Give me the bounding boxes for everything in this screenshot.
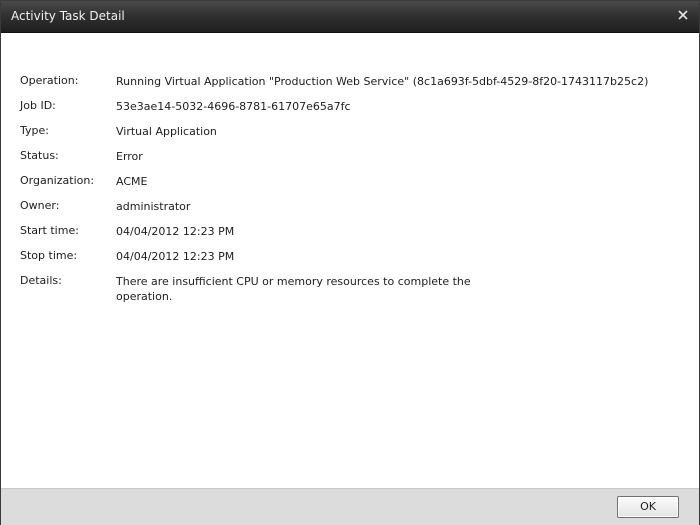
operation-value: Running Virtual Application "Production … bbox=[116, 75, 649, 88]
activity-task-detail-dialog: Activity Task Detail Operation: Running … bbox=[0, 0, 700, 525]
start-time-label: Start time: bbox=[20, 224, 79, 237]
start-time-value: 04/04/2012 12:23 PM bbox=[116, 225, 235, 238]
details-value: There are insufficient CPU or memory res… bbox=[116, 275, 471, 303]
job-id-value: 53e3ae14-5032-4696-8781-61707e65a7fc bbox=[116, 100, 351, 113]
status-value: Error bbox=[116, 150, 143, 163]
organization-value: ACME bbox=[116, 175, 148, 188]
title-bar[interactable]: Activity Task Detail bbox=[1, 1, 699, 33]
owner-label: Owner: bbox=[20, 199, 60, 212]
details-label: Details: bbox=[20, 274, 62, 287]
close-icon[interactable] bbox=[675, 7, 691, 23]
type-label: Type: bbox=[20, 124, 49, 137]
dialog-footer: OK bbox=[1, 488, 699, 525]
ok-button[interactable]: OK bbox=[617, 496, 679, 518]
organization-label: Organization: bbox=[20, 174, 95, 187]
status-label: Status: bbox=[20, 149, 59, 162]
stop-time-value: 04/04/2012 12:23 PM bbox=[116, 250, 235, 263]
type-value: Virtual Application bbox=[116, 125, 217, 138]
owner-value: administrator bbox=[116, 200, 191, 213]
dialog-title: Activity Task Detail bbox=[11, 9, 125, 23]
job-id-label: Job ID: bbox=[20, 99, 56, 112]
operation-label: Operation: bbox=[20, 74, 79, 87]
details-panel: Operation: Running Virtual Application "… bbox=[1, 33, 699, 487]
stop-time-label: Stop time: bbox=[20, 249, 78, 262]
